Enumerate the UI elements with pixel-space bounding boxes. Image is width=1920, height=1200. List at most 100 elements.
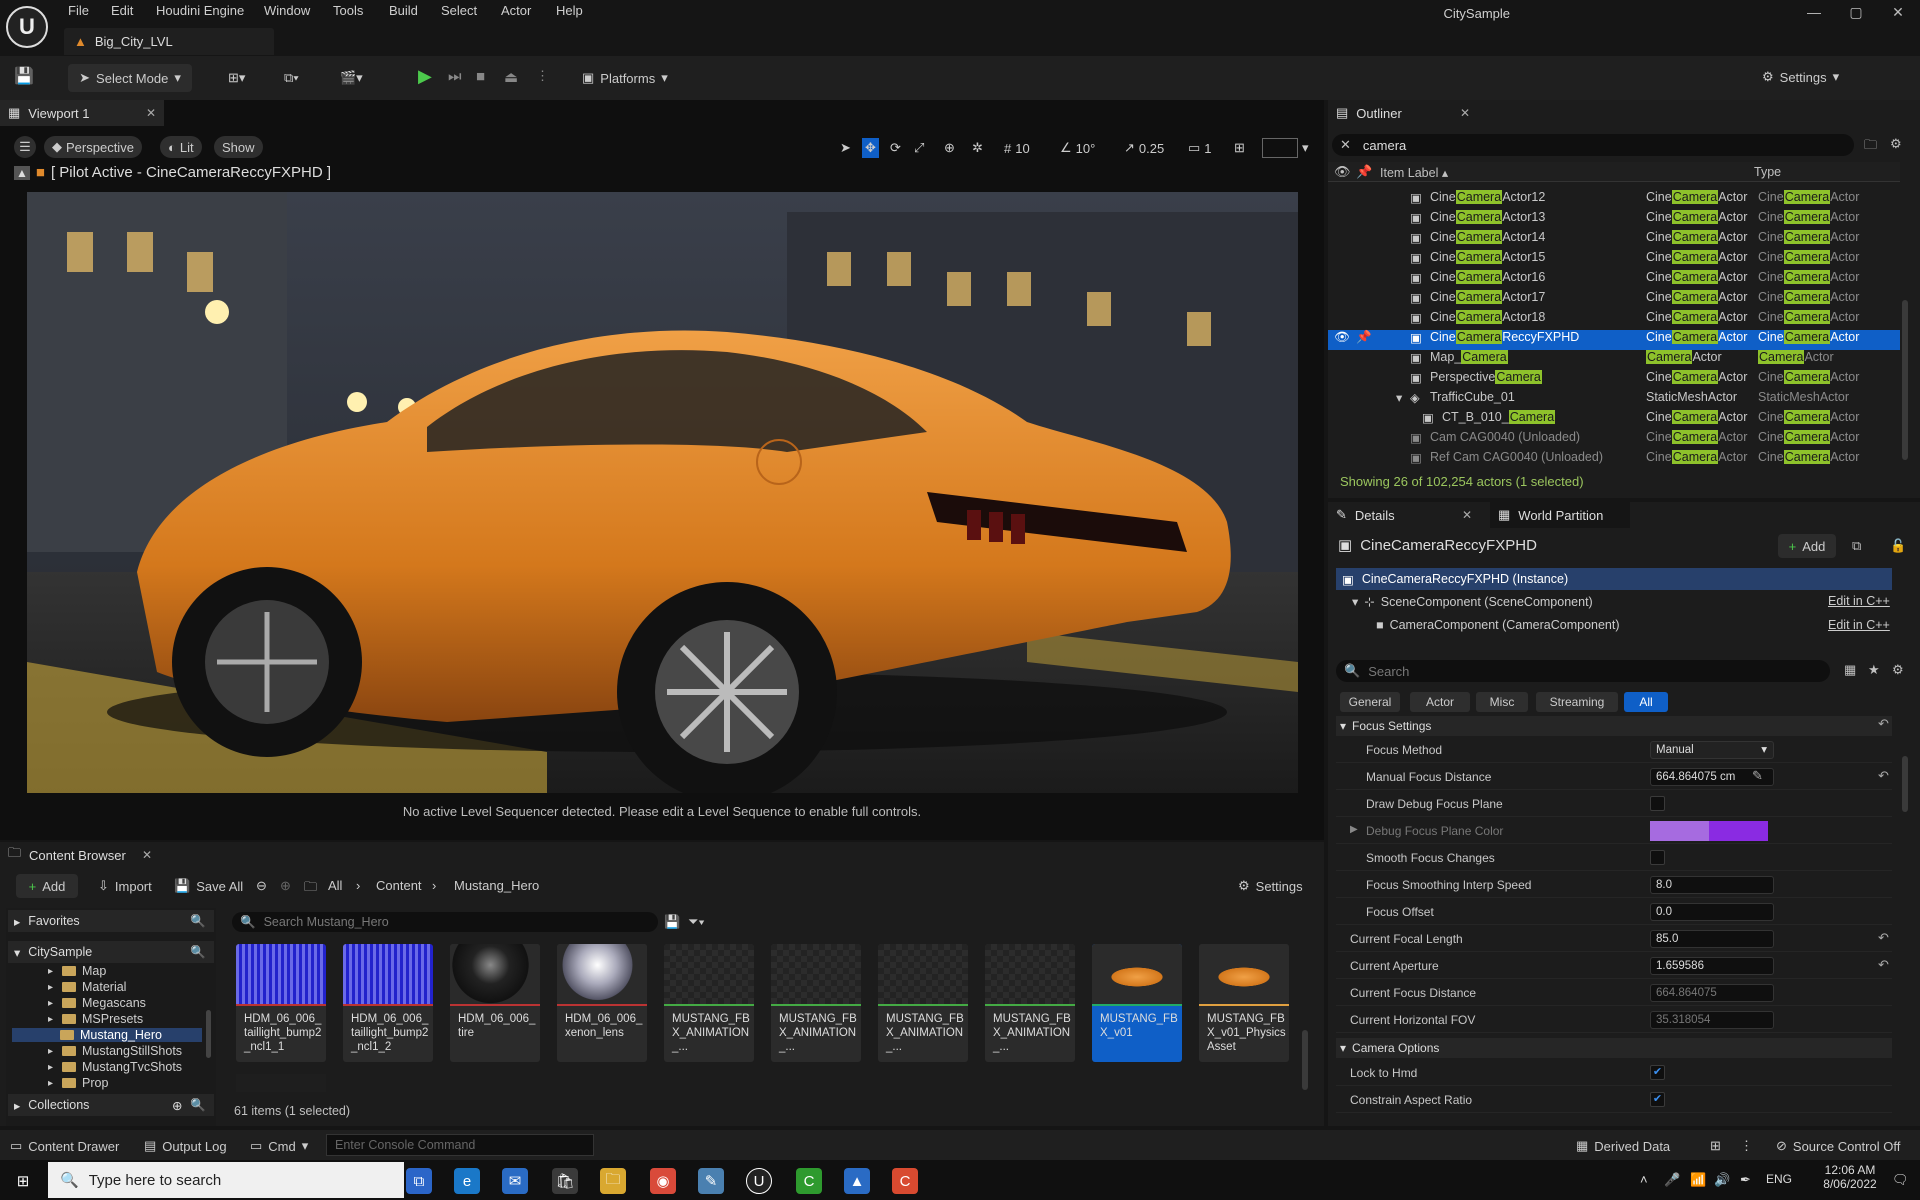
viewport-tab[interactable]: ▦ Viewport 1 ✕ — [0, 100, 164, 126]
filter-actor[interactable]: Actor — [1410, 692, 1470, 712]
search-icon[interactable]: 🔍 — [190, 1098, 206, 1113]
asset-tile[interactable]: HDM_06_006_taillight_bump2_ncl1_1 — [236, 944, 326, 1062]
output-log-button[interactable]: ▤ Output Log — [144, 1138, 227, 1154]
scene-component-row[interactable]: ▾ ⊹ SceneComponent (SceneComponent) — [1352, 594, 1593, 610]
scale-snap-button[interactable]: ↗ 0.25 — [1124, 138, 1164, 158]
level-tab[interactable]: ▲ Big_City_LVL — [64, 28, 274, 55]
outliner-row[interactable]: ▣ CineCameraActor14 CineCameraActor CineCam… — [1328, 230, 1900, 250]
chevron-down-icon[interactable]: ▾ — [1302, 138, 1309, 158]
focus-settings-header[interactable]: ▾ Focus Settings — [1336, 716, 1892, 736]
property-checkbox[interactable]: ✔ — [1650, 1092, 1665, 1107]
collections-header[interactable]: ▸ Collections ⊕ 🔍 — [8, 1094, 214, 1116]
filter-general[interactable]: General — [1340, 692, 1400, 712]
outliner-row[interactable]: ◈ ▾ TrafficCube_01 StaticMeshActor StaticMes… — [1328, 390, 1900, 410]
content-search-input[interactable]: 🔍 Search Mustang_Hero — [232, 912, 658, 932]
asset-tile-partial[interactable] — [236, 1074, 326, 1092]
import-button[interactable]: ⇩ Import — [98, 878, 152, 894]
eject-icon[interactable]: ⏏ — [504, 68, 518, 86]
folder-add-icon[interactable]: 🗀 — [1864, 136, 1877, 158]
chrome-icon[interactable]: ◉ — [650, 1168, 676, 1194]
viewport-menu-icon[interactable]: ☰ — [14, 136, 36, 158]
menu-build[interactable]: Build — [389, 3, 418, 18]
folder-item[interactable]: ▸ Material — [48, 980, 126, 994]
reset-icon[interactable]: ↶ — [1878, 716, 1889, 732]
eyedropper-icon[interactable]: ✎ — [1752, 768, 1763, 784]
volume-icon[interactable]: 🔊 — [1714, 1172, 1730, 1188]
breadcrumb-content[interactable]: Content — [376, 878, 422, 893]
derived-data-button[interactable]: ▦ Derived Data — [1576, 1138, 1670, 1154]
visibility-icon[interactable]: 👁 — [1334, 164, 1351, 180]
asset-scrollbar[interactable] — [1302, 1030, 1308, 1090]
step-icon[interactable]: ⏭ — [448, 68, 462, 85]
taskbar-search-input[interactable]: 🔍 Type here to search — [48, 1162, 404, 1198]
property-checkbox[interactable] — [1650, 850, 1665, 865]
viewport-render[interactable] — [27, 192, 1298, 793]
asset-tile[interactable]: HDM_06_006_tire — [450, 944, 540, 1062]
scale-tool-icon[interactable]: ⤢ — [914, 138, 924, 158]
menu-file[interactable]: File — [68, 3, 89, 18]
outliner-scrollbar[interactable] — [1902, 300, 1908, 460]
rotate-tool-icon[interactable]: ⟳ — [890, 138, 901, 158]
store-icon[interactable]: 🛍 — [552, 1168, 578, 1194]
content-settings-button[interactable]: ⚙ Settings — [1238, 878, 1303, 894]
forward-icon[interactable]: ⊕ — [280, 878, 291, 894]
folder-item[interactable]: ▸ Megascans — [48, 996, 146, 1010]
folder-item[interactable]: ▸ MustangTvcShots — [48, 1060, 182, 1074]
world-partition-tab[interactable]: ▦ World Partition — [1490, 502, 1630, 528]
play-icon[interactable]: ▶ — [418, 66, 432, 87]
maximize-icon[interactable]: ▢ — [1844, 4, 1868, 21]
close-tab-icon[interactable]: ✕ — [146, 106, 156, 120]
asset-tile[interactable]: HDM_06_006_xenon_lens — [557, 944, 647, 1062]
outliner-row[interactable]: ▣ CineCameraActor18 CineCameraActor CineCam… — [1328, 310, 1900, 330]
filter-misc[interactable]: Misc — [1476, 692, 1528, 712]
save-search-icon[interactable]: 💾 — [664, 914, 680, 930]
search-icon[interactable]: 🔍 — [190, 914, 206, 929]
close-tab-icon[interactable]: ✕ — [1462, 508, 1472, 522]
folder-item[interactable]: ▸ MustangStillShots — [48, 1044, 182, 1058]
close-tab-icon[interactable]: ✕ — [142, 848, 152, 862]
folder-icon[interactable]: 🗀 — [304, 878, 317, 900]
menu-select[interactable]: Select — [441, 3, 477, 18]
platforms-button[interactable]: ▣ Platforms ▾ — [582, 70, 668, 86]
outliner-row[interactable]: ▣ CineCameraActor13 CineCameraActor CineCam… — [1328, 210, 1900, 230]
layout-icon[interactable]: ⊞ — [1234, 138, 1245, 158]
menu-tools[interactable]: Tools — [333, 3, 363, 18]
asset-tile[interactable]: MUSTANG_FBX_ANIMATION_... — [878, 944, 968, 1062]
chevron-right-icon[interactable]: ▸ — [48, 1046, 56, 1057]
breadcrumb-mustang-hero[interactable]: Mustang_Hero — [454, 878, 539, 893]
translate-tool-icon[interactable]: ✥ — [862, 138, 879, 158]
add-collection-icon[interactable]: ⊕ — [172, 1098, 182, 1113]
outliner-row[interactable]: ▣ 👁 📌 CineCameraReccyFXPHD CineCameraActor Ci… — [1328, 330, 1900, 350]
property-value-field[interactable]: 8.0 — [1650, 876, 1774, 894]
search-icon[interactable]: 🔍 — [190, 945, 206, 960]
asset-tile[interactable]: MUSTANG_FBX_ANIMATION_... — [985, 944, 1075, 1062]
menu-help[interactable]: Help — [556, 3, 583, 18]
folder-item[interactable]: ▸ Map — [48, 964, 106, 978]
property-value-field[interactable]: 0.0 — [1650, 903, 1774, 921]
source-control-button[interactable]: ⊘ Source Control Off — [1776, 1138, 1900, 1154]
unreal-engine-icon[interactable]: U — [746, 1168, 772, 1194]
blueprint-icon[interactable]: ⧉▾ — [284, 70, 299, 86]
clear-search-icon[interactable]: ✕ — [1340, 137, 1351, 153]
camera-options-header[interactable]: ▾ Camera Options — [1336, 1038, 1892, 1058]
revision-icon[interactable]: ⊞ — [1710, 1138, 1721, 1154]
edit-cpp-link[interactable]: Edit in C++ — [1828, 618, 1890, 632]
menu-edit[interactable]: Edit — [111, 3, 133, 18]
outliner-row[interactable]: ▣ Map_Camera CameraActor CameraActor — [1328, 350, 1900, 370]
asset-tile[interactable]: MUSTANG_FBX_v01 — [1092, 944, 1182, 1062]
pin-icon[interactable]: 📌 — [1356, 164, 1372, 180]
chevron-down-icon[interactable]: ▾ — [1396, 390, 1402, 405]
camera-component-row[interactable]: ■ CameraComponent (CameraComponent) — [1376, 618, 1620, 632]
add-component-button[interactable]: + Add — [1778, 534, 1836, 558]
chevron-right-icon[interactable]: ▸ — [48, 982, 56, 993]
focus-method-select[interactable]: Manual ▾ — [1650, 741, 1774, 759]
asset-tile[interactable]: MUSTANG_FBX_ANIMATION_... — [664, 944, 754, 1062]
add-actor-icon[interactable]: ⊞▾ — [228, 70, 245, 86]
grid-snap-button[interactable]: #10 — [1004, 138, 1030, 158]
chevron-right-icon[interactable]: ▸ — [48, 998, 56, 1009]
reset-icon[interactable]: ↶ — [1878, 930, 1889, 946]
content-browser-tab[interactable]: 🗀 Content Browser ✕ — [0, 842, 160, 868]
photos-icon[interactable]: ▲ — [844, 1168, 870, 1194]
back-icon[interactable]: ⊖ — [256, 878, 267, 894]
chevron-right-icon[interactable]: ▸ — [48, 1078, 56, 1089]
